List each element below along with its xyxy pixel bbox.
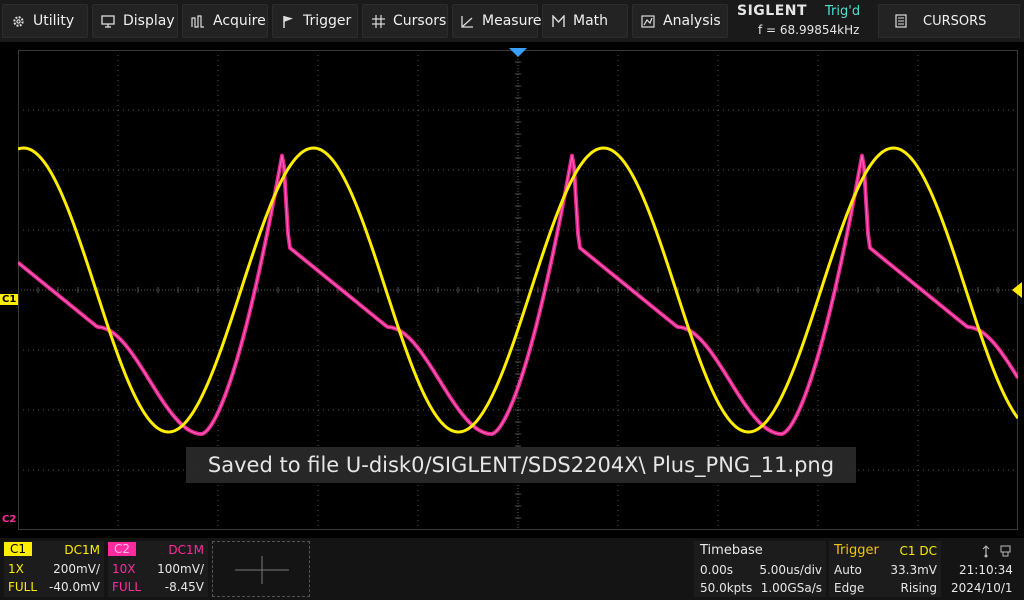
crosshair-icon bbox=[371, 14, 385, 28]
math-menu-button[interactable]: Math bbox=[542, 4, 628, 38]
add-channel-button[interactable] bbox=[212, 541, 310, 597]
math-icon bbox=[551, 14, 565, 28]
trigger-menu-button[interactable]: Trigger bbox=[272, 4, 358, 38]
siglent-logo: SIGLENT bbox=[737, 3, 808, 19]
utility-label: Utility bbox=[33, 13, 75, 29]
cursors-panel-label: CURSORS bbox=[923, 13, 987, 29]
cursors-panel-button[interactable]: CURSORS bbox=[878, 4, 1020, 38]
trigger-status: Trig'd bbox=[825, 4, 861, 19]
timebase-scale: 5.00us/div bbox=[759, 563, 822, 577]
trigger-slope: Rising bbox=[900, 581, 937, 595]
channel2-probe: 10X bbox=[112, 562, 136, 576]
analysis-menu-button[interactable]: Analysis bbox=[632, 4, 728, 38]
gear-icon bbox=[11, 14, 25, 28]
trigger-position-marker[interactable] bbox=[509, 48, 527, 58]
timebase-delay: 0.00s bbox=[700, 563, 733, 577]
status-bar: C1 DC1M 1X 200mV/ FULL -40.0mV C2 DC1M 1… bbox=[0, 538, 1024, 600]
sample-rate: 1.00GSa/s bbox=[760, 581, 822, 595]
channel1-scale: 200mV/ bbox=[53, 562, 100, 576]
clock-time: 21:10:34 bbox=[959, 563, 1013, 577]
clock-date: 2024/10/1 bbox=[951, 581, 1013, 595]
trigger-level-marker[interactable] bbox=[1010, 282, 1022, 298]
display-label: Display bbox=[123, 13, 175, 29]
trigger-level: 33.3mV bbox=[890, 563, 937, 577]
channel1-tag: C1 bbox=[4, 542, 33, 556]
channel2-offset-marker[interactable]: C2 bbox=[2, 514, 16, 525]
timebase-title: Timebase bbox=[700, 543, 763, 558]
channel2-bandwidth: FULL bbox=[112, 580, 142, 594]
cursors-label: Cursors bbox=[393, 13, 447, 29]
monitor-icon bbox=[101, 14, 115, 28]
trigger-title: Trigger bbox=[834, 543, 879, 558]
channel1-offset: -40.0mV bbox=[49, 580, 100, 594]
flag-icon bbox=[281, 14, 295, 28]
trigger-mode: Auto bbox=[834, 563, 862, 577]
menu-bar: Utility Display Acquire Trigger Cursors … bbox=[0, 0, 1024, 42]
channel2-scale: 100mV/ bbox=[157, 562, 204, 576]
save-notification: Saved to file U-disk0/SIGLENT/SDS2204X\ … bbox=[186, 447, 856, 483]
trigger-source: C1 DC bbox=[899, 544, 937, 558]
timebase-panel[interactable]: Timebase 0.00s 5.00us/div 50.0kpts 1.00G… bbox=[694, 541, 826, 597]
measure-menu-button[interactable]: Measure bbox=[452, 4, 542, 38]
channel1-panel[interactable]: C1 DC1M 1X 200mV/ FULL -40.0mV bbox=[4, 541, 104, 597]
status-area: SIGLENT Trig'd f = 68.99854kHz bbox=[732, 2, 872, 40]
trigger-type: Edge bbox=[834, 581, 865, 595]
cursors-menu-button[interactable]: Cursors bbox=[362, 4, 448, 38]
memory-depth: 50.0kpts bbox=[700, 581, 753, 595]
channel2-coupling: DC1M bbox=[168, 543, 204, 557]
math-label: Math bbox=[573, 13, 609, 29]
frequency-readout: f = 68.99854kHz bbox=[758, 23, 860, 37]
channel2-tag: C2 bbox=[108, 542, 137, 556]
trigger-label: Trigger bbox=[303, 13, 352, 29]
analysis-label: Analysis bbox=[663, 13, 721, 29]
channel1-coupling: DC1M bbox=[64, 543, 100, 557]
acquire-menu-button[interactable]: Acquire bbox=[182, 4, 268, 38]
trigger-panel[interactable]: Trigger C1 DC Auto 33.3mV Edge Rising bbox=[829, 541, 941, 597]
acquire-label: Acquire bbox=[213, 13, 266, 29]
channel1-probe: 1X bbox=[8, 562, 24, 576]
ruler-icon bbox=[461, 14, 474, 28]
usb-network-icons bbox=[982, 545, 1011, 558]
list-icon bbox=[895, 14, 907, 28]
acquire-icon bbox=[191, 14, 205, 28]
plus-icon bbox=[235, 556, 289, 584]
clock-panel: 21:10:34 2024/10/1 bbox=[945, 541, 1022, 597]
analysis-icon bbox=[641, 14, 655, 28]
channel2-offset: -8.45V bbox=[164, 580, 204, 594]
measure-label: Measure bbox=[482, 13, 542, 29]
display-menu-button[interactable]: Display bbox=[92, 4, 178, 38]
channel1-offset-marker[interactable]: C1 bbox=[0, 294, 19, 305]
utility-menu-button[interactable]: Utility bbox=[2, 4, 88, 38]
channel2-panel[interactable]: C2 DC1M 10X 100mV/ FULL -8.45V bbox=[108, 541, 208, 597]
channel1-bandwidth: FULL bbox=[8, 580, 38, 594]
